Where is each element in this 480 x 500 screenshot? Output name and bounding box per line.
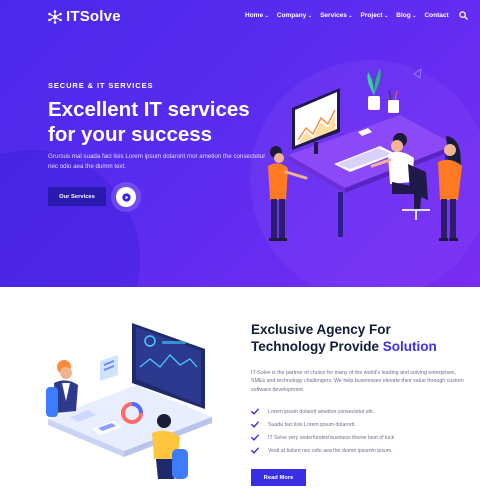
pencil-cup-icon	[388, 89, 399, 113]
about-section: Exclusive Agency For Technology Provide …	[0, 287, 480, 500]
chevron-down-icon: ⌄	[412, 12, 417, 19]
check-icon	[251, 447, 259, 454]
floating-document	[100, 355, 118, 381]
nav-item-contact[interactable]: Contact	[424, 12, 448, 19]
checklist-text: IT Solve very underfunded business theme…	[268, 434, 395, 441]
check-icon	[251, 408, 259, 415]
list-item: Suada faci lisis Lorem ipsum dolarorit.	[251, 418, 394, 431]
checklist-text: Suada faci lisis Lorem ipsum dolarorit.	[268, 421, 356, 428]
nav-item-label: Home	[245, 12, 264, 19]
list-item: IT Solve very underfunded business theme…	[251, 431, 394, 444]
triangle-shape	[413, 67, 422, 79]
play-video-button[interactable]	[116, 187, 136, 207]
hero-description: Grursus mal suada faci lisis Lorem ipsum…	[48, 153, 266, 170]
hero-title: Excellent IT services for your success	[48, 97, 278, 147]
about-description: IT-Solve is the partner of choice for ma…	[251, 370, 464, 393]
nav-item-company[interactable]: Company ⌄	[277, 12, 312, 19]
our-services-button[interactable]: Our Services	[48, 187, 106, 206]
nav-item-label: Contact	[424, 12, 449, 19]
team-meeting-illustration	[46, 323, 212, 479]
chair	[46, 387, 58, 417]
feature-checklist: Lorem ipsum dolaorit ametion consectetur…	[251, 405, 394, 457]
hero-title-line-1: Excellent IT services	[48, 98, 250, 121]
man-left-figure	[46, 360, 78, 417]
chevron-down-icon: ⌄	[264, 12, 269, 19]
nav-item-blog[interactable]: Blog ⌄	[396, 12, 416, 19]
about-title-accent: Solution	[382, 338, 437, 354]
checklist-text: Lorem ipsum dolaorit ametion consectetur…	[268, 408, 375, 415]
chevron-down-icon: ⌄	[348, 12, 353, 19]
about-title-line-1: Exclusive Agency For	[251, 322, 391, 337]
main-nav: Home ⌄ Company ⌄ Services ⌄ Project ⌄ Blog ⌄ …	[245, 11, 468, 20]
nav-item-project[interactable]: Project ⌄	[361, 12, 389, 19]
checklist-text: Vesti at bulum nec odio aea the dumm ips…	[268, 447, 393, 454]
plant-icon	[367, 68, 381, 110]
check-icon	[251, 434, 259, 441]
about-title-line-2-prefix: Technology Provide	[251, 338, 383, 354]
hero-office-illustration	[268, 67, 462, 241]
read-more-button[interactable]: Read More	[251, 469, 306, 486]
nav-item-label: Project	[360, 12, 383, 19]
chevron-down-icon: ⌄	[307, 12, 313, 19]
list-item: Vesti at bulum nec odio aea the dumm ips…	[251, 444, 394, 457]
brand-name: ITSolve	[66, 8, 121, 25]
nav-item-home[interactable]: Home ⌄	[245, 12, 269, 19]
hero-section: ITSolve Home ⌄ Company ⌄ Services ⌄ Project…	[0, 0, 480, 287]
about-title: Exclusive Agency For Technology Provide …	[251, 322, 471, 355]
hero-title-line-2: for your success	[48, 123, 213, 146]
nav-item-label: Services	[320, 12, 347, 19]
hero-kicker: SECURE & IT SERVICES	[48, 81, 154, 90]
navbar: ITSolve Home ⌄ Company ⌄ Services ⌄ Project…	[0, 0, 480, 30]
video-play-ring	[111, 182, 141, 212]
nav-item-services[interactable]: Services ⌄	[320, 12, 352, 19]
nav-item-label: Company	[276, 12, 307, 19]
search-icon[interactable]	[458, 11, 468, 20]
nav-item-label: Blog	[396, 12, 411, 19]
chair	[172, 449, 188, 479]
logo[interactable]: ITSolve	[48, 8, 121, 25]
chevron-down-icon: ⌄	[384, 12, 389, 19]
check-icon	[251, 421, 259, 428]
play-icon	[121, 192, 131, 202]
list-item: Lorem ipsum dolaorit ametion consectetur…	[251, 405, 394, 418]
logo-network-icon	[48, 9, 62, 24]
